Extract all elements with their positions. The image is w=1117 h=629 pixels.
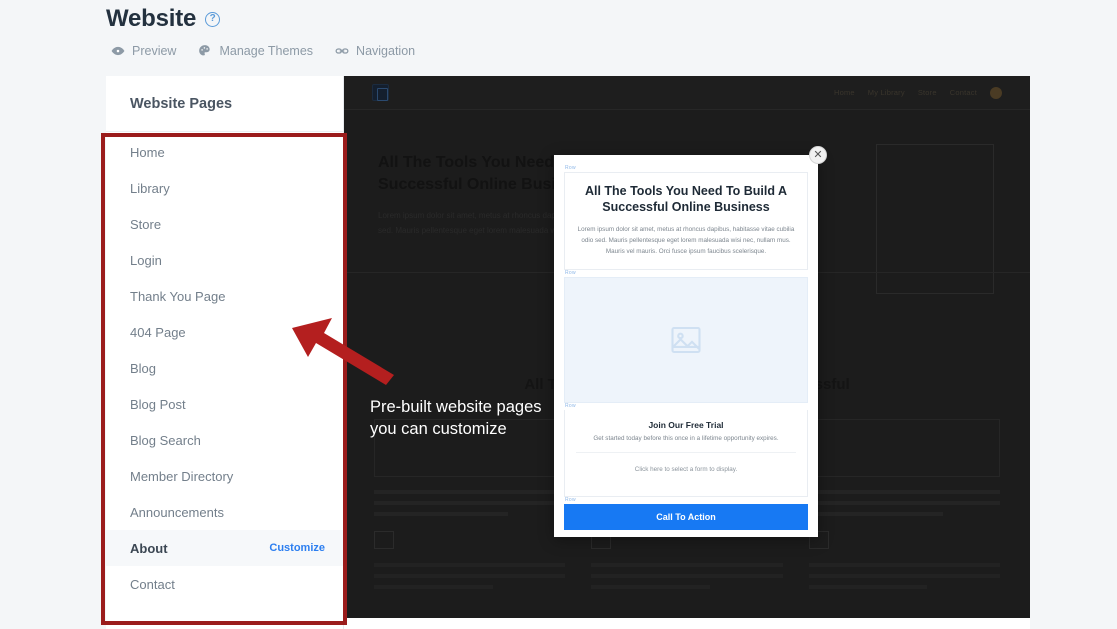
palette-icon bbox=[198, 44, 212, 58]
list-item-label: Thank You Page bbox=[130, 288, 226, 304]
preview-secondary-column bbox=[374, 531, 566, 596]
preview-text-line bbox=[374, 512, 508, 516]
navigation-action[interactable]: Navigation bbox=[335, 44, 415, 58]
preview-secondary-column bbox=[591, 531, 783, 596]
sidebar-item-library[interactable]: Library bbox=[106, 170, 343, 206]
preview-text-line bbox=[374, 563, 566, 567]
preview-text-line bbox=[808, 490, 1000, 494]
manage-themes-action[interactable]: Manage Themes bbox=[198, 44, 313, 58]
sidebar-item-404-page[interactable]: 404 Page bbox=[106, 314, 343, 350]
preview-feature-column bbox=[374, 419, 566, 523]
sidebar-item-thank-you-page[interactable]: Thank You Page bbox=[106, 278, 343, 314]
sidebar-item-announcements[interactable]: Announcements bbox=[106, 494, 343, 530]
preview-nav-links: Home My Library Store Contact bbox=[834, 86, 1002, 99]
sidebar-heading: Website Pages bbox=[130, 95, 233, 112]
page-title: Website bbox=[106, 5, 197, 32]
question-circle-icon[interactable]: ? bbox=[205, 11, 221, 27]
sidebar-item-blog[interactable]: Blog bbox=[106, 350, 343, 386]
preview-label: Preview bbox=[132, 44, 177, 58]
preview-nav-home[interactable]: Home bbox=[834, 88, 855, 97]
sidebar-item-home[interactable]: Home bbox=[106, 134, 343, 170]
avatar[interactable] bbox=[990, 86, 1002, 99]
preview-text-line bbox=[808, 574, 1000, 578]
list-item-label: Store bbox=[130, 216, 162, 232]
manage-themes-label: Manage Themes bbox=[219, 44, 314, 58]
screen-root: Website ? Preview Manage Themes Navigati… bbox=[0, 0, 1117, 629]
preview-text-line bbox=[374, 585, 493, 589]
preview-text-line bbox=[374, 574, 566, 578]
popup-editor-modal[interactable]: ✕ Row All The Tools You Need To Build A … bbox=[554, 146, 827, 537]
preview-nav-contact[interactable]: Contact bbox=[950, 88, 977, 97]
close-icon[interactable]: ✕ bbox=[809, 146, 827, 164]
list-item-label: Blog bbox=[130, 360, 157, 376]
sidebar-header: Website Pages bbox=[106, 76, 343, 132]
modal-image-section[interactable] bbox=[564, 276, 808, 403]
page-header: Website ? Preview Manage Themes Navigati… bbox=[106, 0, 706, 58]
list-item-label: Home bbox=[130, 144, 165, 160]
modal-headline: All The Tools You Need To Build A Succes… bbox=[584, 184, 788, 215]
preview-feature-image bbox=[808, 419, 1000, 477]
row-tag-label: Row bbox=[565, 165, 576, 171]
modal-form-note[interactable]: Click here to select a form to display. bbox=[576, 451, 796, 484]
sidebar-item-blog-post[interactable]: Blog Post bbox=[106, 386, 343, 422]
sidebar-item-about[interactable]: About Customize bbox=[106, 530, 343, 566]
list-item-label: Login bbox=[130, 252, 162, 268]
link-icon bbox=[335, 44, 349, 58]
modal-paragraph: Lorem ipsum dolor sit amet, metus at rho… bbox=[577, 225, 795, 255]
title-row: Website ? bbox=[106, 0, 706, 33]
preview-text-line bbox=[374, 490, 566, 494]
preview-text-line bbox=[808, 512, 943, 516]
header-actions: Preview Manage Themes Navigation bbox=[111, 44, 706, 58]
preview-nav-store[interactable]: Store bbox=[918, 88, 937, 97]
image-placeholder-icon bbox=[668, 322, 704, 358]
eye-icon bbox=[111, 44, 125, 58]
sidebar-item-contact[interactable]: Contact bbox=[106, 566, 343, 602]
row-tag-label: Row bbox=[565, 496, 576, 503]
preview-text-line bbox=[808, 563, 1000, 567]
list-item-label: Announcements bbox=[130, 504, 224, 520]
preview-text-line bbox=[591, 585, 710, 589]
brand-logo-icon bbox=[372, 84, 389, 101]
list-item-label: Contact bbox=[130, 576, 175, 592]
row-tag-label: Row bbox=[565, 402, 576, 409]
page-list: Home Library Store Login Thank You Page … bbox=[106, 132, 343, 602]
preview-text-line bbox=[808, 501, 1000, 505]
call-to-action-button[interactable]: Call To Action bbox=[564, 503, 808, 530]
preview-nav-my-library[interactable]: My Library bbox=[868, 88, 905, 97]
sidebar-item-login[interactable]: Login bbox=[106, 242, 343, 278]
modal-subtext: Get started today before this once in a … bbox=[593, 434, 779, 442]
navigation-label: Navigation bbox=[356, 44, 416, 58]
sidebar-item-store[interactable]: Store bbox=[106, 206, 343, 242]
preview-icon-placeholder bbox=[374, 531, 394, 549]
sidebar-item-blog-search[interactable]: Blog Search bbox=[106, 422, 343, 458]
preview-secondary-columns bbox=[344, 531, 1030, 596]
preview-secondary-column bbox=[808, 531, 1000, 596]
row-tag-label: Row bbox=[565, 269, 576, 276]
list-item-label: Library bbox=[130, 180, 170, 196]
sidebar-item-member-directory[interactable]: Member Directory bbox=[106, 458, 343, 494]
list-item-label: 404 Page bbox=[130, 324, 186, 340]
list-item-label: Blog Search bbox=[130, 432, 201, 448]
preview-navbar: Home My Library Store Contact bbox=[344, 76, 1030, 110]
customize-link[interactable]: Customize bbox=[269, 542, 325, 554]
website-pages-sidebar: Website Pages Home Library Store Login T… bbox=[106, 76, 344, 629]
preview-text-line bbox=[591, 563, 783, 567]
preview-text-line bbox=[808, 585, 928, 589]
modal-subhead: Join Our Free Trial bbox=[648, 419, 724, 430]
preview-feature-image bbox=[374, 419, 566, 477]
preview-feature-column bbox=[808, 419, 1000, 523]
list-item-label: Member Directory bbox=[130, 468, 234, 484]
modal-headline-section[interactable]: All The Tools You Need To Build A Succes… bbox=[564, 172, 808, 270]
list-item-label: Blog Post bbox=[130, 396, 186, 412]
preview-text-line bbox=[591, 574, 783, 578]
preview-action[interactable]: Preview bbox=[111, 44, 176, 58]
modal-form-section[interactable]: Join Our Free Trial Get started today be… bbox=[564, 409, 808, 497]
preview-text-line bbox=[374, 501, 566, 505]
list-item-label: About bbox=[130, 540, 168, 556]
